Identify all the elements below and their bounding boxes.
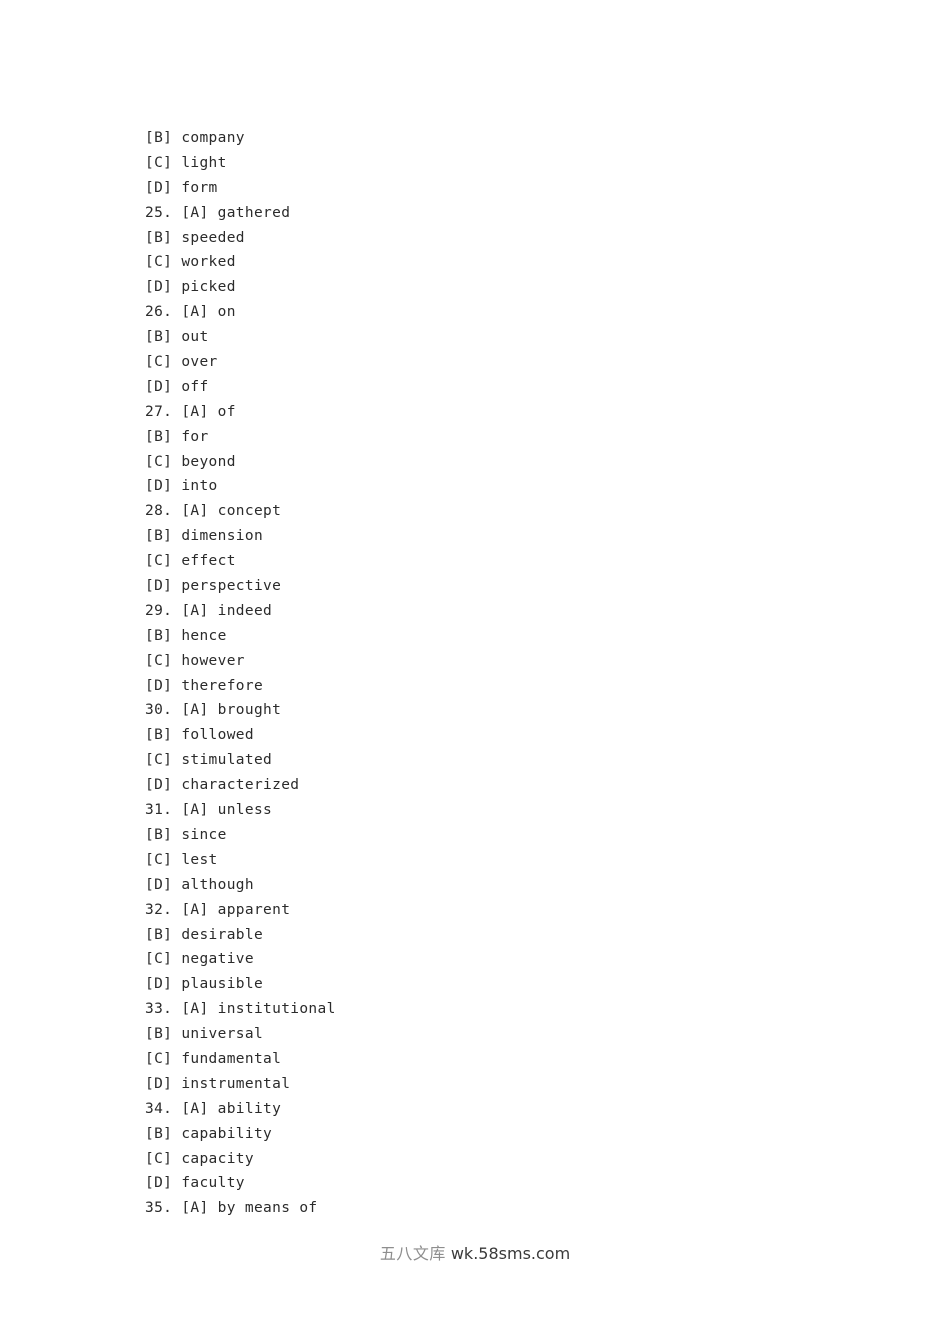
- option-line: 26. [A] on: [145, 304, 236, 321]
- option-line: [C] light: [145, 154, 227, 171]
- option-line: [C] capacity: [145, 1150, 254, 1167]
- option-line: [C] worked: [145, 254, 236, 271]
- option-line: [D] although: [145, 876, 254, 893]
- option-line: 35. [A] by means of: [145, 1200, 318, 1217]
- option-line: [C] over: [145, 354, 218, 371]
- option-line: [C] stimulated: [145, 752, 273, 769]
- option-line: 27. [A] of: [145, 403, 236, 420]
- option-line: [D] instrumental: [145, 1075, 291, 1092]
- watermark-url: wk.58sms.com: [450, 1244, 571, 1263]
- option-line: [D] into: [145, 478, 218, 495]
- option-line: [B] followed: [145, 727, 254, 744]
- option-line: [D] picked: [145, 279, 236, 296]
- option-line: 33. [A] institutional: [145, 1001, 336, 1018]
- option-line: [B] since: [145, 826, 227, 843]
- option-line: [D] off: [145, 378, 209, 395]
- watermark-site-name: 五八文库: [379, 1244, 446, 1263]
- option-line: [D] therefore: [145, 677, 264, 694]
- watermark: 五八文库 wk.58sms.com: [0, 1243, 950, 1265]
- option-line: [B] universal: [145, 1026, 264, 1043]
- option-line: [D] form: [145, 179, 218, 196]
- option-line: 25. [A] gathered: [145, 204, 291, 221]
- document-page: [B] company [C] light [D] form 25. [A] gath…: [0, 0, 950, 1344]
- option-line: [B] company: [145, 130, 245, 146]
- option-line: [B] for: [145, 428, 209, 445]
- option-line: 31. [A] unless: [145, 802, 273, 819]
- option-line: [B] out: [145, 329, 209, 346]
- option-line: 28. [A] concept: [145, 503, 282, 520]
- option-line: 29. [A] indeed: [145, 602, 273, 619]
- option-line: [C] however: [145, 652, 245, 669]
- option-line: [D] faculty: [145, 1175, 245, 1192]
- option-line: 34. [A] ability: [145, 1100, 282, 1117]
- option-line: [B] desirable: [145, 926, 264, 943]
- option-line: [B] dimension: [145, 528, 264, 545]
- option-line: 30. [A] brought: [145, 702, 282, 719]
- option-line: [D] plausible: [145, 976, 264, 993]
- option-line: [C] effect: [145, 553, 236, 570]
- option-line: 32. [A] apparent: [145, 901, 291, 918]
- option-line: [D] perspective: [145, 578, 282, 595]
- option-line: [C] fundamental: [145, 1050, 282, 1067]
- answer-options-list: [B] company [C] light [D] form 25. [A] gath…: [145, 126, 845, 1221]
- option-line: [C] beyond: [145, 453, 236, 470]
- option-line: [B] capability: [145, 1125, 273, 1142]
- option-line: [B] speeded: [145, 229, 245, 246]
- option-line: [B] hence: [145, 627, 227, 644]
- option-line: [D] characterized: [145, 777, 300, 794]
- option-line: [C] negative: [145, 951, 254, 968]
- option-line: [C] lest: [145, 851, 218, 868]
